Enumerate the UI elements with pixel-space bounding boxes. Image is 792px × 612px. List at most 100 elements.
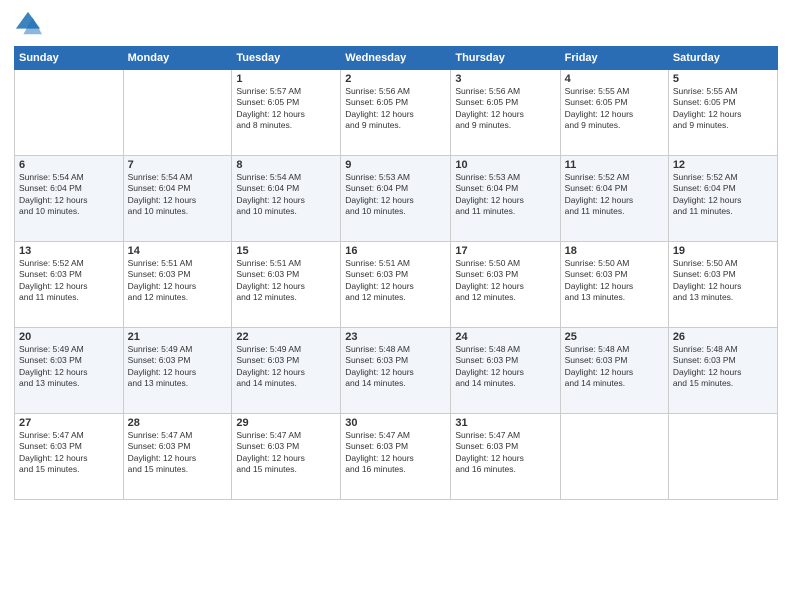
day-cell: 28Sunrise: 5:47 AM Sunset: 6:03 PM Dayli… — [123, 414, 232, 500]
week-row-1: 6 Sunrise: 5:54 AM Sunset: 6:04 PM Daylig… — [15, 156, 778, 242]
day-number: 17 — [455, 245, 555, 257]
day-number: 27 — [19, 417, 119, 429]
day-info: Sunrise: 5:52 AM Sunset: 6:04 PM Dayligh… — [565, 172, 664, 218]
day-cell — [123, 70, 232, 156]
day-info: Sunrise: 5:50 AM Sunset: 6:03 PM Dayligh… — [565, 258, 664, 304]
day-cell: 14Sunrise: 5:51 AM Sunset: 6:03 PM Dayli… — [123, 242, 232, 328]
day-cell: 27Sunrise: 5:47 AM Sunset: 6:03 PM Dayli… — [15, 414, 124, 500]
day-info: Sunrise: 5:47 AM Sunset: 6:03 PM Dayligh… — [455, 430, 555, 476]
day-cell: 5Sunrise: 5:55 AM Sunset: 6:05 PM Daylig… — [668, 70, 777, 156]
day-number: 15 — [236, 245, 336, 257]
weekday-wednesday: Wednesday — [341, 47, 451, 70]
day-info: Sunrise: 5:53 AM Sunset: 6:04 PM Dayligh… — [455, 172, 555, 218]
day-number: 25 — [565, 331, 664, 343]
day-cell: 6Sunrise: 5:54 AM Sunset: 6:04 PM Daylig… — [15, 156, 124, 242]
day-cell: 3Sunrise: 5:56 AM Sunset: 6:05 PM Daylig… — [451, 70, 560, 156]
day-cell: 13Sunrise: 5:52 AM Sunset: 6:03 PM Dayli… — [15, 242, 124, 328]
logo — [14, 10, 46, 38]
day-number: 2 — [345, 73, 446, 85]
day-info: Sunrise: 5:53 AM Sunset: 6:04 PM Dayligh… — [345, 172, 446, 218]
day-number: 13 — [19, 245, 119, 257]
day-info: Sunrise: 5:48 AM Sunset: 6:03 PM Dayligh… — [565, 344, 664, 390]
day-info: Sunrise: 5:51 AM Sunset: 6:03 PM Dayligh… — [128, 258, 228, 304]
weekday-header-row: SundayMondayTuesdayWednesdayThursdayFrid… — [15, 47, 778, 70]
day-cell: 16Sunrise: 5:51 AM Sunset: 6:03 PM Dayli… — [341, 242, 451, 328]
week-row-2: 13Sunrise: 5:52 AM Sunset: 6:03 PM Dayli… — [15, 242, 778, 328]
day-cell — [560, 414, 668, 500]
day-number: 7 — [128, 159, 228, 171]
day-cell: 2Sunrise: 5:56 AM Sunset: 6:05 PM Daylig… — [341, 70, 451, 156]
day-number: 28 — [128, 417, 228, 429]
day-info: Sunrise: 5:48 AM Sunset: 6:03 PM Dayligh… — [455, 344, 555, 390]
day-number: 26 — [673, 331, 773, 343]
day-cell: 25Sunrise: 5:48 AM Sunset: 6:03 PM Dayli… — [560, 328, 668, 414]
day-number: 30 — [345, 417, 446, 429]
day-info: Sunrise: 5:49 AM Sunset: 6:03 PM Dayligh… — [128, 344, 228, 390]
day-number: 18 — [565, 245, 664, 257]
week-row-3: 20Sunrise: 5:49 AM Sunset: 6:03 PM Dayli… — [15, 328, 778, 414]
day-cell: 31Sunrise: 5:47 AM Sunset: 6:03 PM Dayli… — [451, 414, 560, 500]
header — [14, 10, 778, 38]
day-info: Sunrise: 5:47 AM Sunset: 6:03 PM Dayligh… — [128, 430, 228, 476]
day-cell: 8Sunrise: 5:54 AM Sunset: 6:04 PM Daylig… — [232, 156, 341, 242]
day-info: Sunrise: 5:49 AM Sunset: 6:03 PM Dayligh… — [19, 344, 119, 390]
day-cell: 10Sunrise: 5:53 AM Sunset: 6:04 PM Dayli… — [451, 156, 560, 242]
day-info: Sunrise: 5:57 AM Sunset: 6:05 PM Dayligh… — [236, 86, 336, 132]
day-info: Sunrise: 5:52 AM Sunset: 6:04 PM Dayligh… — [673, 172, 773, 218]
weekday-tuesday: Tuesday — [232, 47, 341, 70]
day-number: 11 — [565, 159, 664, 171]
day-info: Sunrise: 5:54 AM Sunset: 6:04 PM Dayligh… — [236, 172, 336, 218]
day-number: 3 — [455, 73, 555, 85]
day-cell: 15Sunrise: 5:51 AM Sunset: 6:03 PM Dayli… — [232, 242, 341, 328]
day-info: Sunrise: 5:47 AM Sunset: 6:03 PM Dayligh… — [345, 430, 446, 476]
day-info: Sunrise: 5:51 AM Sunset: 6:03 PM Dayligh… — [345, 258, 446, 304]
day-cell: 29Sunrise: 5:47 AM Sunset: 6:03 PM Dayli… — [232, 414, 341, 500]
day-cell: 17Sunrise: 5:50 AM Sunset: 6:03 PM Dayli… — [451, 242, 560, 328]
day-info: Sunrise: 5:48 AM Sunset: 6:03 PM Dayligh… — [345, 344, 446, 390]
day-number: 31 — [455, 417, 555, 429]
day-number: 19 — [673, 245, 773, 257]
day-info: Sunrise: 5:50 AM Sunset: 6:03 PM Dayligh… — [673, 258, 773, 304]
day-cell: 21Sunrise: 5:49 AM Sunset: 6:03 PM Dayli… — [123, 328, 232, 414]
day-number: 29 — [236, 417, 336, 429]
day-info: Sunrise: 5:56 AM Sunset: 6:05 PM Dayligh… — [455, 86, 555, 132]
day-number: 23 — [345, 331, 446, 343]
day-cell: 9Sunrise: 5:53 AM Sunset: 6:04 PM Daylig… — [341, 156, 451, 242]
day-info: Sunrise: 5:50 AM Sunset: 6:03 PM Dayligh… — [455, 258, 555, 304]
day-number: 24 — [455, 331, 555, 343]
day-number: 16 — [345, 245, 446, 257]
day-info: Sunrise: 5:48 AM Sunset: 6:03 PM Dayligh… — [673, 344, 773, 390]
day-info: Sunrise: 5:52 AM Sunset: 6:03 PM Dayligh… — [19, 258, 119, 304]
day-info: Sunrise: 5:56 AM Sunset: 6:05 PM Dayligh… — [345, 86, 446, 132]
day-number: 21 — [128, 331, 228, 343]
page: SundayMondayTuesdayWednesdayThursdayFrid… — [0, 0, 792, 612]
day-cell: 19Sunrise: 5:50 AM Sunset: 6:03 PM Dayli… — [668, 242, 777, 328]
day-number: 4 — [565, 73, 664, 85]
day-cell: 26Sunrise: 5:48 AM Sunset: 6:03 PM Dayli… — [668, 328, 777, 414]
weekday-saturday: Saturday — [668, 47, 777, 70]
weekday-thursday: Thursday — [451, 47, 560, 70]
week-row-4: 27Sunrise: 5:47 AM Sunset: 6:03 PM Dayli… — [15, 414, 778, 500]
weekday-friday: Friday — [560, 47, 668, 70]
day-cell: 23Sunrise: 5:48 AM Sunset: 6:03 PM Dayli… — [341, 328, 451, 414]
day-number: 6 — [19, 159, 119, 171]
day-info: Sunrise: 5:55 AM Sunset: 6:05 PM Dayligh… — [673, 86, 773, 132]
day-number: 1 — [236, 73, 336, 85]
day-cell: 24Sunrise: 5:48 AM Sunset: 6:03 PM Dayli… — [451, 328, 560, 414]
day-cell — [15, 70, 124, 156]
day-number: 5 — [673, 73, 773, 85]
day-info: Sunrise: 5:54 AM Sunset: 6:04 PM Dayligh… — [128, 172, 228, 218]
logo-icon — [14, 10, 42, 38]
day-info: Sunrise: 5:49 AM Sunset: 6:03 PM Dayligh… — [236, 344, 336, 390]
day-cell: 12Sunrise: 5:52 AM Sunset: 6:04 PM Dayli… — [668, 156, 777, 242]
day-number: 14 — [128, 245, 228, 257]
day-cell: 4Sunrise: 5:55 AM Sunset: 6:05 PM Daylig… — [560, 70, 668, 156]
day-info: Sunrise: 5:47 AM Sunset: 6:03 PM Dayligh… — [19, 430, 119, 476]
day-cell: 11Sunrise: 5:52 AM Sunset: 6:04 PM Dayli… — [560, 156, 668, 242]
day-number: 10 — [455, 159, 555, 171]
day-number: 8 — [236, 159, 336, 171]
day-number: 20 — [19, 331, 119, 343]
calendar-table: SundayMondayTuesdayWednesdayThursdayFrid… — [14, 46, 778, 500]
day-number: 9 — [345, 159, 446, 171]
day-cell: 7Sunrise: 5:54 AM Sunset: 6:04 PM Daylig… — [123, 156, 232, 242]
